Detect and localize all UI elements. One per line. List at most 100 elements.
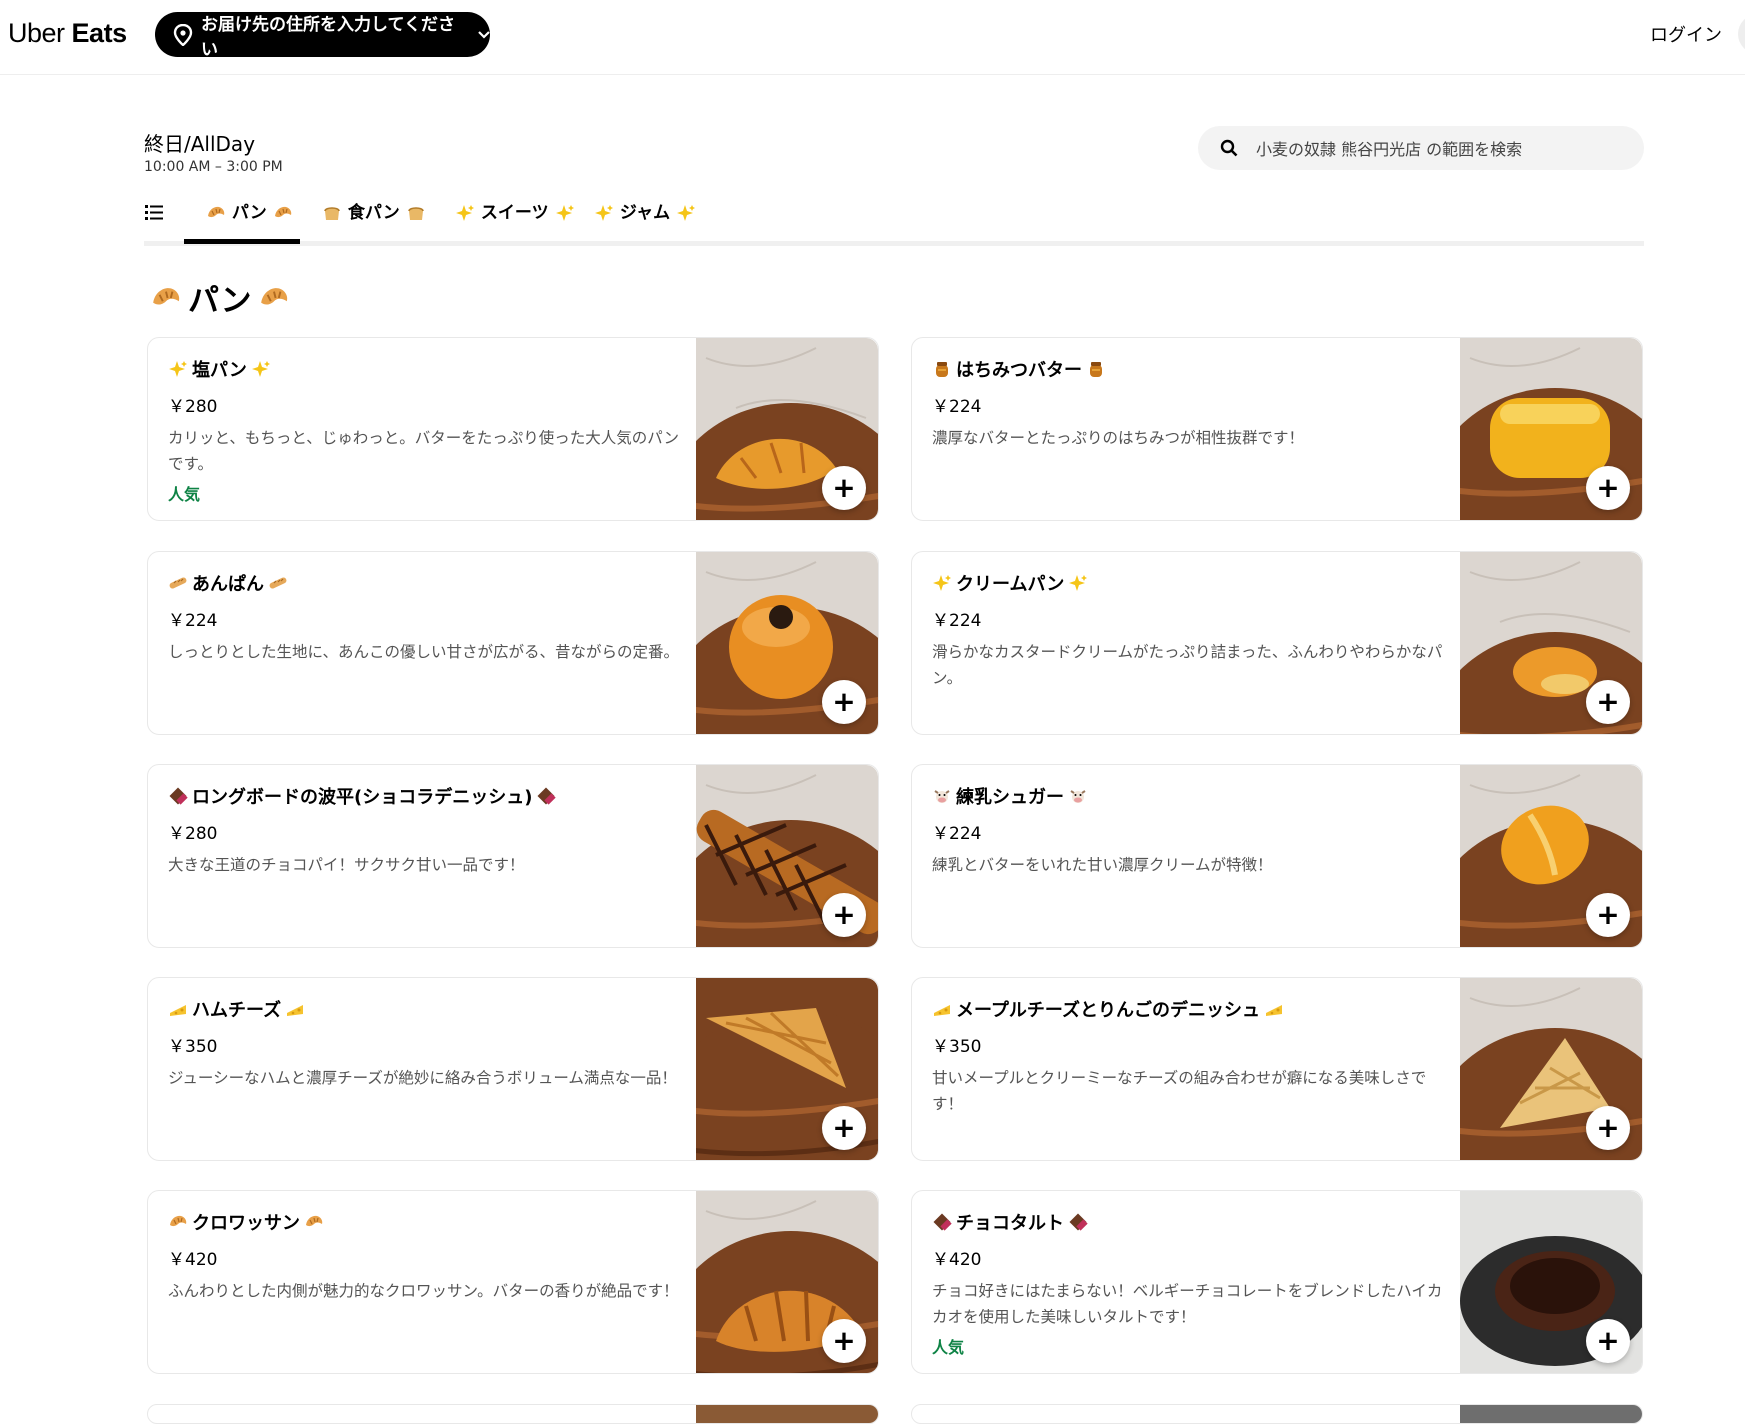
menu-item-card[interactable]: チョコタルト ￥420 チョコ好きにはたまらない！ベルギーチョコレートをブレンドした…	[911, 1190, 1643, 1374]
category-tabs: パン 食パン スイーツ ジャム	[144, 188, 1644, 246]
item-price: ￥280	[168, 397, 218, 417]
plus-icon: +	[1596, 1324, 1620, 1357]
item-photo[interactable]: +	[696, 978, 878, 1160]
cheese-icon	[168, 999, 188, 1019]
item-name: ロングボードの波平(ショコラデニッシュ)	[192, 787, 533, 808]
item-description: 練乳とバターをいれた甘い濃厚クリームが特徴！	[932, 856, 1273, 874]
add-to-cart-button[interactable]: +	[822, 1106, 866, 1150]
tab-sweets-label: スイーツ	[480, 203, 549, 223]
tab-jam-label: ジャム	[619, 203, 671, 223]
menu-item-card[interactable]: あんぱん ￥224 しっとりとした生地に、あんこの優しい甘さが広がる、昔ながらの定番…	[147, 551, 879, 735]
item-photo	[1460, 1405, 1642, 1423]
address-button-label: お届け先の住所を入力してください	[201, 14, 455, 60]
menu-item-card[interactable]: 塩パン ￥280 カリッと、もちっと、じゅわっと。バターをたっぷり使った大人気のパン…	[147, 337, 879, 521]
item-photo[interactable]: +	[696, 765, 878, 947]
top-header: Uber Eats お届け先の住所を入力してください ログイン	[0, 0, 1745, 75]
croissant-icon	[150, 282, 182, 314]
logo-eats-text: Eats	[71, 18, 128, 48]
add-to-cart-button[interactable]: +	[822, 1319, 866, 1363]
menu-item-card[interactable]	[147, 1404, 879, 1424]
item-price: ￥420	[168, 1250, 218, 1270]
item-name: 練乳シュガー	[956, 787, 1064, 808]
uber-eats-logo[interactable]: Uber Eats	[8, 18, 127, 49]
bread-icon	[322, 203, 342, 223]
item-photo[interactable]: +	[696, 1191, 878, 1373]
item-name: あんぱん	[192, 574, 264, 595]
tab-shokupan[interactable]: 食パン	[322, 198, 426, 223]
item-name: 塩パン	[192, 360, 247, 381]
cart-button-edge[interactable]	[1738, 14, 1745, 54]
item-photo[interactable]: +	[1460, 338, 1642, 520]
tab-pan-label: パン	[231, 203, 267, 223]
add-to-cart-button[interactable]: +	[1586, 466, 1630, 510]
cheese-icon	[285, 999, 305, 1019]
menu-hours: 10:00 AM – 3:00 PM	[144, 159, 283, 175]
item-name-row: クロワッサン	[168, 1209, 683, 1235]
delivery-address-button[interactable]: お届け先の住所を入力してください	[155, 12, 490, 60]
sparkles-icon	[555, 203, 575, 223]
item-info: 練乳シュガー ￥224 練乳とバターをいれた甘い濃厚クリームが特徴！	[932, 783, 1447, 878]
tab-jam[interactable]: ジャム	[594, 198, 696, 223]
item-description: 甘いメープルとクリーミーなチーズの組み合わせが癖になる美味しさです！	[932, 1069, 1427, 1113]
item-photo[interactable]: +	[696, 552, 878, 734]
add-to-cart-button[interactable]: +	[1586, 893, 1630, 937]
chocolate-icon	[168, 786, 188, 806]
cow-icon	[1068, 786, 1088, 806]
sparkles-icon	[932, 573, 952, 593]
croissant-icon	[273, 203, 293, 223]
chocolate-icon	[932, 1212, 952, 1232]
menu-item-card[interactable]: 練乳シュガー ￥224 練乳とバターをいれた甘い濃厚クリームが特徴！ +	[911, 764, 1643, 948]
item-name-row: メープルチーズとりんごのデニッシュ	[932, 996, 1447, 1022]
logo-uber-text: Uber	[8, 18, 65, 48]
item-description: 濃厚なバターとたっぷりのはちみつが相性抜群です！	[932, 429, 1305, 447]
menu-item-card[interactable]: はちみつバター ￥224 濃厚なバターとたっぷりのはちみつが相性抜群です！ +	[911, 337, 1643, 521]
item-name-row: 塩パン	[168, 356, 683, 382]
add-to-cart-button[interactable]: +	[822, 893, 866, 937]
plus-icon: +	[832, 1111, 856, 1144]
item-price: ￥350	[168, 1037, 218, 1057]
menu-item-card[interactable]: ハムチーズ ￥350 ジューシーなハムと濃厚チーズが絶妙に絡み合うボリューム満点な一…	[147, 977, 879, 1161]
item-info: ロングボードの波平(ショコラデニッシュ) ￥280 大きな王道のチョコパイ！サクサク…	[168, 783, 683, 878]
item-name: クロワッサン	[192, 1213, 300, 1234]
section-title-pan: パン	[150, 275, 290, 320]
tab-pan[interactable]: パン	[206, 198, 293, 223]
plus-icon: +	[832, 471, 856, 504]
add-to-cart-button[interactable]: +	[822, 680, 866, 724]
tab-sweets[interactable]: スイーツ	[455, 198, 575, 223]
search-placeholder: 小麦の奴隷 熊谷円光店 の範囲を検索	[1256, 140, 1523, 159]
item-photo[interactable]: +	[1460, 978, 1642, 1160]
sparkles-icon	[168, 359, 188, 379]
honey-pot-icon	[932, 359, 952, 379]
item-price: ￥224	[932, 611, 982, 631]
store-search-input[interactable]: 小麦の奴隷 熊谷円光店 の範囲を検索	[1198, 126, 1644, 170]
menu-item-card[interactable]: クロワッサン ￥420 ふんわりとした内側が魅力的なクロワッサン。バターの香りが絶品…	[147, 1190, 879, 1374]
item-info: チョコタルト ￥420 チョコ好きにはたまらない！ベルギーチョコレートをブレンドした…	[932, 1209, 1447, 1358]
add-to-cart-button[interactable]: +	[822, 466, 866, 510]
croissant-icon	[206, 203, 226, 223]
cheese-icon	[932, 999, 952, 1019]
menu-item-card[interactable]: メープルチーズとりんごのデニッシュ ￥350 甘いメープルとクリーミーなチーズの組み…	[911, 977, 1643, 1161]
list-menu-icon[interactable]	[144, 202, 164, 222]
item-name: チョコタルト	[956, 1213, 1064, 1234]
plus-icon: +	[832, 898, 856, 931]
item-info: クロワッサン ￥420 ふんわりとした内側が魅力的なクロワッサン。バターの香りが絶品…	[168, 1209, 683, 1304]
menu-item-card[interactable]: クリームパン ￥224 滑らかなカスタードクリームがたっぷり詰まった、ふんわりやわら…	[911, 551, 1643, 735]
login-link[interactable]: ログイン	[1650, 21, 1722, 47]
item-photo[interactable]: +	[1460, 1191, 1642, 1373]
item-name-row: 練乳シュガー	[932, 783, 1447, 809]
add-to-cart-button[interactable]: +	[1586, 1106, 1630, 1150]
item-photo[interactable]: +	[1460, 765, 1642, 947]
sparkles-icon	[251, 359, 271, 379]
item-photo[interactable]: +	[1460, 552, 1642, 734]
baguette-icon	[168, 573, 188, 593]
menu-item-card[interactable]: ロングボードの波平(ショコラデニッシュ) ￥280 大きな王道のチョコパイ！サクサク…	[147, 764, 879, 948]
item-photo[interactable]: +	[696, 338, 878, 520]
item-description: カリッと、もちっと、じゅわっと。バターをたっぷり使った大人気のパンです。	[168, 429, 680, 473]
sparkles-icon	[455, 203, 475, 223]
item-name: クリームパン	[956, 574, 1065, 595]
menu-title: 終日/AllDay	[144, 132, 256, 156]
menu-item-card[interactable]	[911, 1404, 1643, 1424]
add-to-cart-button[interactable]: +	[1586, 1319, 1630, 1363]
add-to-cart-button[interactable]: +	[1586, 680, 1630, 724]
item-name: ハムチーズ	[192, 1000, 282, 1021]
